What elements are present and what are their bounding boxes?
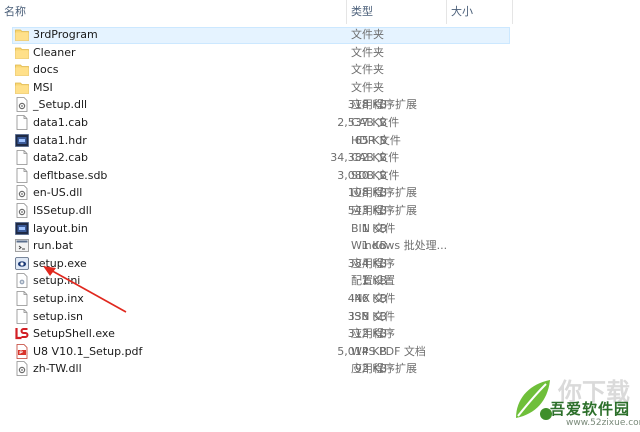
file-size: 1 KB [361,239,387,253]
dll-file-icon [15,361,29,377]
file-type: 文件夹 [351,63,384,77]
file-name: en-US.dll [33,186,83,200]
file-name: zh-TW.dll [33,362,82,376]
file-name: setup.inx [33,292,84,305]
watermark: 你下载 吾爱软件园 www.52zixue.com [510,370,640,432]
file-row[interactable]: setup.isn ISN 文件 338 KB [0,308,520,326]
file-type: 文件夹 [351,45,384,59]
column-header-type[interactable]: 类型 [347,0,445,24]
file-row[interactable]: setup.ini 配置设置 1 KB [0,272,520,290]
file-name: run.bat [33,239,73,253]
file-name: data1.hdr [33,133,87,147]
file-size: 312 KB [347,327,387,341]
file-name: defltbase.sdb [33,168,108,182]
file-row[interactable]: setup.inx INX 文件 446 KB [0,290,520,308]
file-row[interactable]: _Setup.dll 应用程序扩展 318 KB [0,96,520,114]
file-row[interactable]: zh-TW.dll 应用程序扩展 92 KB [0,360,520,378]
file-row[interactable]: data1.cab CAB 文件 2,537 KB [0,114,520,132]
file-size: 1 KB [361,221,387,235]
file-name: _Setup.dll [33,98,88,112]
column-header-size[interactable]: 大小 [447,0,512,24]
cab-file-icon [15,115,29,130]
pdf-file-icon [15,343,29,359]
file-size: 108 KB [347,186,387,200]
file-row[interactable]: data2.cab CAB 文件 34,382 KB [0,149,520,167]
file-name: SetupShell.exe [33,327,115,341]
blank-file-icon [15,308,29,324]
setup-exe-icon [15,256,29,271]
file-size: 65 KB [354,133,387,147]
bin-file-icon [15,221,29,236]
file-row[interactable]: ISSetup.dll 应用程序扩展 543 KB [0,202,520,220]
column-header-name[interactable]: 名称 [0,0,346,24]
file-size: 5,014 KB [337,344,387,358]
ini-file-icon [15,273,29,289]
file-row[interactable]: U8 V10.1_Setup.pdf WPS PDF 文档 5,014 KB [0,343,520,361]
file-name: setup.exe [33,256,87,270]
file-row[interactable]: setup.exe 应用程序 384 KB [0,255,520,273]
file-size: 543 KB [347,204,387,217]
folder-icon [15,62,29,77]
folder-icon [15,80,29,95]
file-size: 318 KB [347,98,387,112]
file-size: 2,537 KB [337,116,387,129]
file-size: 338 KB [347,309,387,323]
file-name: U8 V10.1_Setup.pdf [33,344,143,358]
cab-file-icon [15,150,29,166]
file-size: 1 KB [361,274,387,288]
file-row[interactable]: docs 文件夹 [0,61,520,79]
file-type: 文件夹 [351,80,384,94]
file-name: ISSetup.dll [33,204,92,217]
file-size: 384 KB [347,256,387,270]
file-row[interactable]: MSI 文件夹 [0,79,520,97]
file-size: 3,080 KB [337,168,387,182]
file-row[interactable]: SetupShell.exe 应用程序 312 KB [0,325,520,343]
file-size: 34,382 KB [330,151,387,165]
file-name: data2.cab [33,151,89,165]
file-row[interactable]: defltbase.sdb SDB 文件 3,080 KB [0,167,520,185]
column-divider[interactable] [512,0,513,24]
file-name: setup.isn [33,309,84,323]
folder-icon [15,45,29,60]
sort-caret-icon: ⌃ [116,0,124,7]
file-name: Cleaner [33,45,76,59]
file-row[interactable]: run.bat Windows 批处理... 1 KB [0,237,520,255]
hdr-file-icon [15,133,29,148]
dll-file-icon [15,203,29,218]
dll-file-icon [15,97,29,113]
file-row[interactable]: data1.hdr HDR 文件 65 KB [0,132,520,150]
file-row[interactable]: Cleaner 文件夹 [0,44,520,62]
file-row[interactable]: 3rdProgram 文件夹 [0,26,520,44]
column-header-bar: 名称 ⌃ 类型 大小 [0,0,640,24]
file-name: data1.cab [33,116,89,129]
dll-file-icon [15,185,29,201]
file-name: MSI [33,80,53,94]
file-name: layout.bin [33,221,88,235]
file-size: 446 KB [347,292,387,305]
watermark-brand: 吾爱软件园 [550,400,631,418]
file-row[interactable]: en-US.dll 应用程序扩展 108 KB [0,184,520,202]
blank-file-icon [15,167,29,183]
file-name: 3rdProgram [33,28,98,41]
setupshell-exe-icon [15,326,29,341]
bat-file-icon [15,238,29,253]
file-name: docs [33,63,59,77]
watermark-url: www.52zixue.com [566,418,640,428]
file-name: setup.ini [33,274,81,288]
blank-file-icon [15,291,29,306]
file-row[interactable]: layout.bin BIN 文件 1 KB [0,220,520,238]
file-type: 文件夹 [351,28,384,41]
folder-icon [15,27,29,42]
file-size: 92 KB [354,362,387,376]
